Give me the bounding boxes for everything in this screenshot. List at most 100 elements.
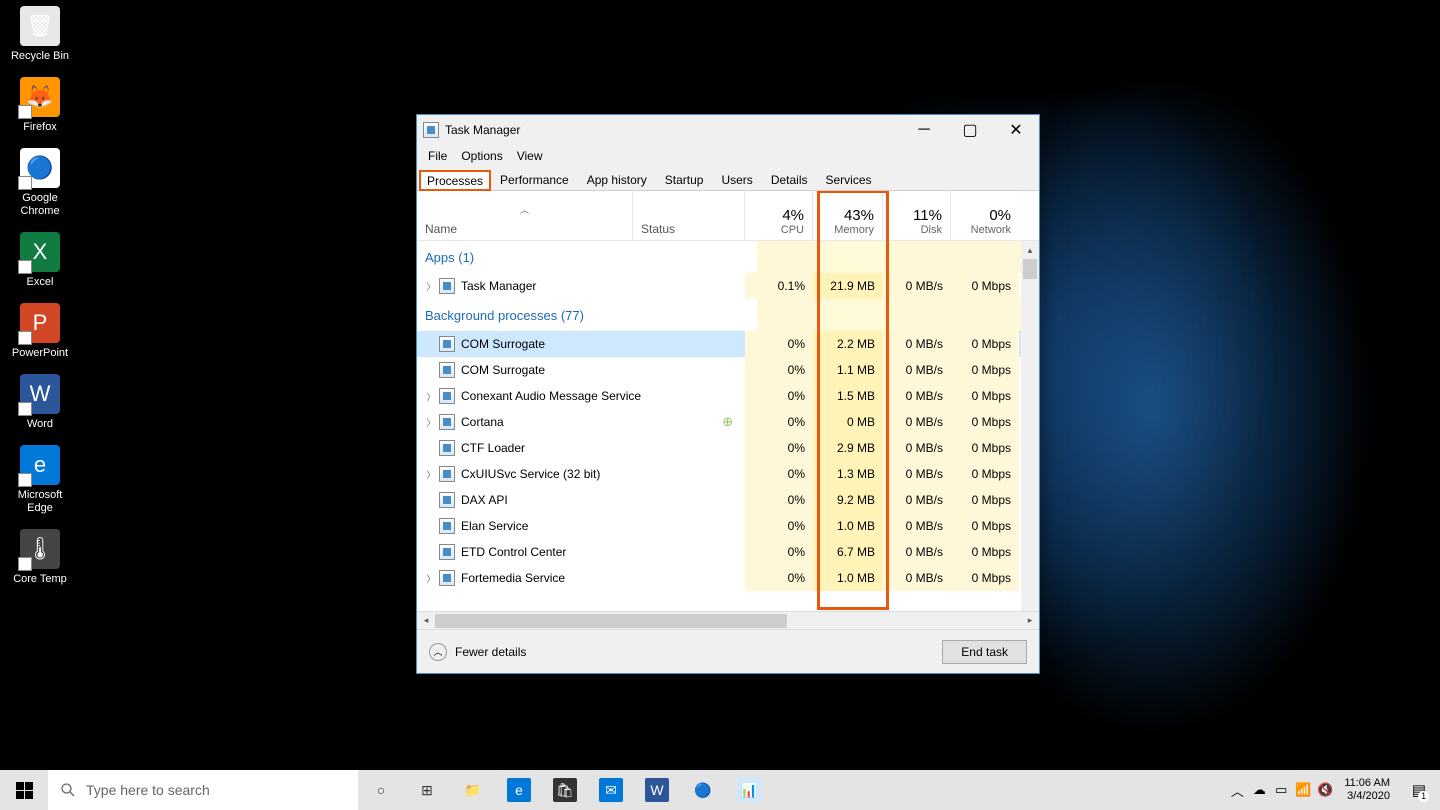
tab-services[interactable]: Services <box>817 168 881 190</box>
process-row[interactable]: COM Surrogate0%2.2 MB0 MB/s0 Mbps <box>417 331 1039 357</box>
scroll-up-icon[interactable]: ▴ <box>1021 241 1039 259</box>
start-button[interactable] <box>0 770 48 810</box>
fewer-details-button[interactable]: ︿ Fewer details <box>429 643 526 661</box>
process-row[interactable]: ETD Control Center0%6.7 MB0 MB/s0 Mbps <box>417 539 1039 565</box>
desktop-icon-recycle-bin[interactable]: 🗑 Recycle Bin <box>4 6 76 63</box>
taskbar-file-explorer[interactable]: 📁 <box>450 770 496 810</box>
col-cpu[interactable]: 4%CPU <box>745 191 813 240</box>
app-icon <box>423 122 439 138</box>
minimize-button[interactable]: ─ <box>901 115 947 145</box>
menu-file[interactable]: File <box>421 147 454 165</box>
col-name[interactable]: ︿ Name <box>417 191 633 240</box>
desktop-icon-word[interactable]: WWord <box>4 374 76 431</box>
process-row[interactable]: 〉Task Manager0.1%21.9 MB0 MB/s0 Mbps <box>417 273 1039 299</box>
process-row[interactable]: 〉Conexant Audio Message Service0%1.5 MB0… <box>417 383 1039 409</box>
icon-label: PowerPoint <box>4 347 76 360</box>
desktop-icon-firefox[interactable]: 🦊Firefox <box>4 77 76 134</box>
search-input[interactable]: Type here to search <box>48 770 358 810</box>
notification-icon: ▤1 <box>1412 781 1426 799</box>
battery-icon[interactable]: ▭ <box>1270 770 1292 810</box>
taskbar-task-manager[interactable]: 📊 <box>726 770 772 810</box>
task-view-icon: ⊞ <box>415 778 439 802</box>
tab-bar: ProcessesPerformanceApp historyStartupUs… <box>417 167 1039 191</box>
cpu-value: 0% <box>745 539 813 565</box>
tray-chevron-icon[interactable]: ︿ <box>1226 770 1248 810</box>
volume-icon[interactable]: 🔇 <box>1314 770 1336 810</box>
desktop-icon-microsoft-edge[interactable]: eMicrosoft Edge <box>4 445 76 515</box>
tab-users[interactable]: Users <box>712 168 761 190</box>
tab-startup[interactable]: Startup <box>656 168 713 190</box>
desktop-icon-powerpoint[interactable]: P PowerPoint <box>4 303 76 360</box>
app-icon: W <box>20 374 60 414</box>
tab-details[interactable]: Details <box>762 168 817 190</box>
taskbar-task-view[interactable]: ⊞ <box>404 770 450 810</box>
taskbar: Type here to search ○⊞📁e🛍✉W🔵📊 ︿ ☁ ▭ 📶 🔇 … <box>0 770 1440 810</box>
desktop-icon-core-temp[interactable]: 🌡Core Temp <box>4 529 76 586</box>
tab-performance[interactable]: Performance <box>491 168 578 190</box>
memory-value: 0 MB <box>813 409 883 435</box>
taskbar-word[interactable]: W <box>634 770 680 810</box>
expand-icon[interactable]: 〉 <box>425 468 437 481</box>
network-value: 0 Mbps <box>951 357 1019 383</box>
menu-options[interactable]: Options <box>454 147 509 165</box>
taskbar-mail[interactable]: ✉ <box>588 770 634 810</box>
process-row[interactable]: CTF Loader0%2.9 MB0 MB/s0 Mbps <box>417 435 1039 461</box>
cpu-value: 0% <box>745 409 813 435</box>
expand-icon[interactable]: 〉 <box>425 572 437 585</box>
scroll-left-icon[interactable]: ◂ <box>417 612 435 630</box>
scroll-right-icon[interactable]: ▸ <box>1021 612 1039 630</box>
tab-processes[interactable]: Processes <box>419 170 491 191</box>
col-status[interactable]: Status <box>633 191 745 240</box>
notification-button[interactable]: ▤1 <box>1398 770 1440 810</box>
expand-icon[interactable]: 〉 <box>425 390 437 403</box>
taskbar-cortana[interactable]: ○ <box>358 770 404 810</box>
process-row[interactable]: Elan Service0%1.0 MB0 MB/s0 Mbps <box>417 513 1039 539</box>
maximize-button[interactable]: ▢ <box>947 115 993 145</box>
process-row[interactable]: COM Surrogate0%1.1 MB0 MB/s0 Mbps <box>417 357 1039 383</box>
taskbar-edge[interactable]: e <box>496 770 542 810</box>
horizontal-scrollbar[interactable]: ◂ ▸ <box>417 611 1039 629</box>
titlebar[interactable]: Task Manager ─ ▢ ✕ <box>417 115 1039 145</box>
col-disk[interactable]: 11%Disk <box>883 191 951 240</box>
desktop-icon-excel[interactable]: XExcel <box>4 232 76 289</box>
group-header[interactable]: Background processes (77) <box>417 299 1039 331</box>
close-button[interactable]: ✕ <box>993 115 1039 145</box>
desktop-icon-google-chrome[interactable]: 🔵Google Chrome <box>4 148 76 218</box>
process-grid: ︿ Name Status 4%CPU 43%Memory 11%Disk 0%… <box>417 191 1039 629</box>
process-name: Elan Service <box>461 519 528 533</box>
wifi-icon[interactable]: 📶 <box>1292 770 1314 810</box>
grid-body: Apps (1)〉Task Manager0.1%21.9 MB0 MB/s0 … <box>417 241 1039 611</box>
process-name: CxUIUSvc Service (32 bit) <box>461 467 600 481</box>
sort-indicator-icon: ︿ <box>425 203 624 216</box>
process-row[interactable]: 〉Cortana⊕0%0 MB0 MB/s0 Mbps <box>417 409 1039 435</box>
app-icon: 🗑 <box>20 6 60 46</box>
process-row[interactable]: DAX API0%9.2 MB0 MB/s0 Mbps <box>417 487 1039 513</box>
taskbar-chrome[interactable]: 🔵 <box>680 770 726 810</box>
col-memory[interactable]: 43%Memory <box>813 191 883 240</box>
process-icon <box>439 362 455 378</box>
expand-icon[interactable]: 〉 <box>425 280 437 293</box>
scroll-thumb[interactable] <box>1023 259 1037 279</box>
onedrive-icon[interactable]: ☁ <box>1248 770 1270 810</box>
clock[interactable]: 11:06 AM 3/4/2020 <box>1336 777 1398 803</box>
icon-label: Google Chrome <box>4 192 76 218</box>
menu-view[interactable]: View <box>510 147 550 165</box>
memory-value: 2.9 MB <box>813 435 883 461</box>
tab-app-history[interactable]: App history <box>578 168 656 190</box>
taskbar-store[interactable]: 🛍 <box>542 770 588 810</box>
process-icon <box>439 388 455 404</box>
process-row[interactable]: 〉Fortemedia Service0%1.0 MB0 MB/s0 Mbps <box>417 565 1039 591</box>
group-header[interactable]: Apps (1) <box>417 241 1039 273</box>
cpu-value: 0% <box>745 565 813 591</box>
icon-label: Firefox <box>4 121 76 134</box>
icon-label: Recycle Bin <box>4 50 76 63</box>
hscroll-thumb[interactable] <box>435 614 787 628</box>
icon-label: Core Temp <box>4 573 76 586</box>
end-task-button[interactable]: End task <box>942 640 1027 664</box>
process-row[interactable]: 〉CxUIUSvc Service (32 bit)0%1.3 MB0 MB/s… <box>417 461 1039 487</box>
cpu-value: 0% <box>745 461 813 487</box>
col-network[interactable]: 0%Network <box>951 191 1019 240</box>
vertical-scrollbar[interactable]: ▴ <box>1021 241 1039 611</box>
expand-icon[interactable]: 〉 <box>425 416 437 429</box>
app-icon: P <box>20 303 60 343</box>
